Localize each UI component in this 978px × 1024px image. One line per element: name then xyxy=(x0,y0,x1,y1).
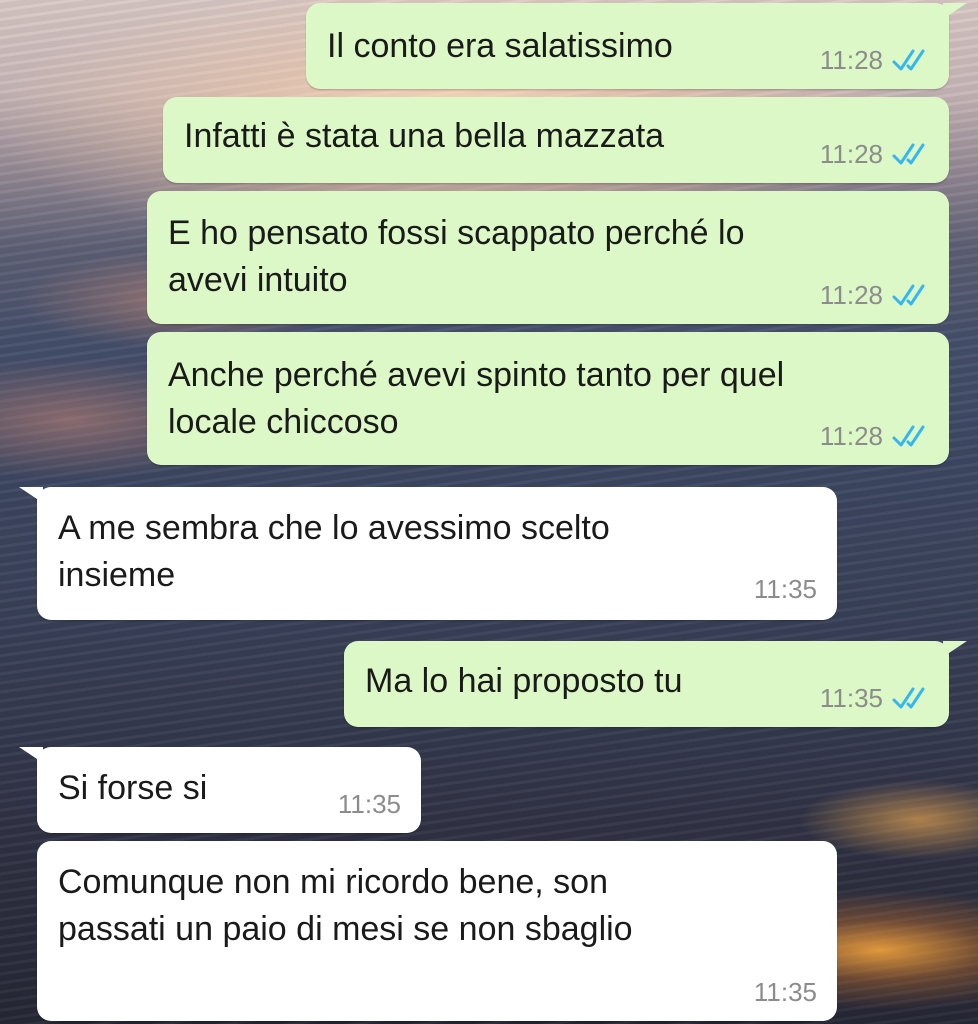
outgoing-message[interactable]: Ma lo hai proposto tu 11:35 xyxy=(344,641,967,727)
message-meta: 11:28 xyxy=(820,139,929,169)
message-meta: 11:35 xyxy=(820,683,929,713)
double-check-read-icon xyxy=(892,284,925,306)
message-text: Comunque non mi ricordo bene, son passat… xyxy=(58,863,633,948)
incoming-message[interactable]: Si forse si 11:35 xyxy=(19,747,421,833)
double-check-read-icon xyxy=(892,143,925,165)
message-meta: 11:35 xyxy=(754,574,817,604)
message-meta: 11:35 xyxy=(338,789,401,819)
outgoing-message[interactable]: Infatti è stata una bella mazzata 11:28 xyxy=(163,97,949,183)
message-meta: 11:28 xyxy=(820,45,929,75)
incoming-message[interactable]: Comunque non mi ricordo bene, son passat… xyxy=(37,841,837,1021)
message-time: 11:28 xyxy=(819,280,883,310)
message-text: Ma lo hai proposto tu xyxy=(365,662,683,700)
message-time: 11:35 xyxy=(819,683,883,713)
message-text: A me sembra che lo avessimo scelto insie… xyxy=(58,509,610,594)
message-time: 11:28 xyxy=(819,45,883,75)
message-text: Anche perché avevi spinto tanto per quel… xyxy=(168,356,785,441)
double-check-read-icon xyxy=(892,49,925,71)
incoming-message[interactable]: A me sembra che lo avessimo scelto insie… xyxy=(19,487,837,620)
outgoing-message[interactable]: Il conto era salatissimo 11:28 xyxy=(306,3,967,89)
message-meta: 11:28 xyxy=(820,280,929,310)
outgoing-message[interactable]: E ho pensato fossi scappato perché lo av… xyxy=(147,191,949,324)
message-time: 11:28 xyxy=(819,139,883,169)
message-text: E ho pensato fossi scappato perché lo av… xyxy=(168,214,745,299)
message-text: Il conto era salatissimo xyxy=(327,27,673,65)
message-time: 11:35 xyxy=(753,574,817,604)
message-time: 11:28 xyxy=(819,421,883,451)
message-text: Si forse si xyxy=(58,769,208,807)
message-time: 11:35 xyxy=(337,789,401,819)
double-check-read-icon xyxy=(892,425,925,447)
chat-message-list[interactable]: Il conto era salatissimo 11:28 Infatti è… xyxy=(0,0,978,1024)
message-text: Infatti è stata una bella mazzata xyxy=(184,117,665,155)
outgoing-message[interactable]: Anche perché avevi spinto tanto per quel… xyxy=(147,332,949,465)
double-check-read-icon xyxy=(892,687,925,709)
message-meta: 11:35 xyxy=(754,977,817,1007)
message-meta: 11:28 xyxy=(820,421,929,451)
message-time: 11:35 xyxy=(753,977,817,1007)
